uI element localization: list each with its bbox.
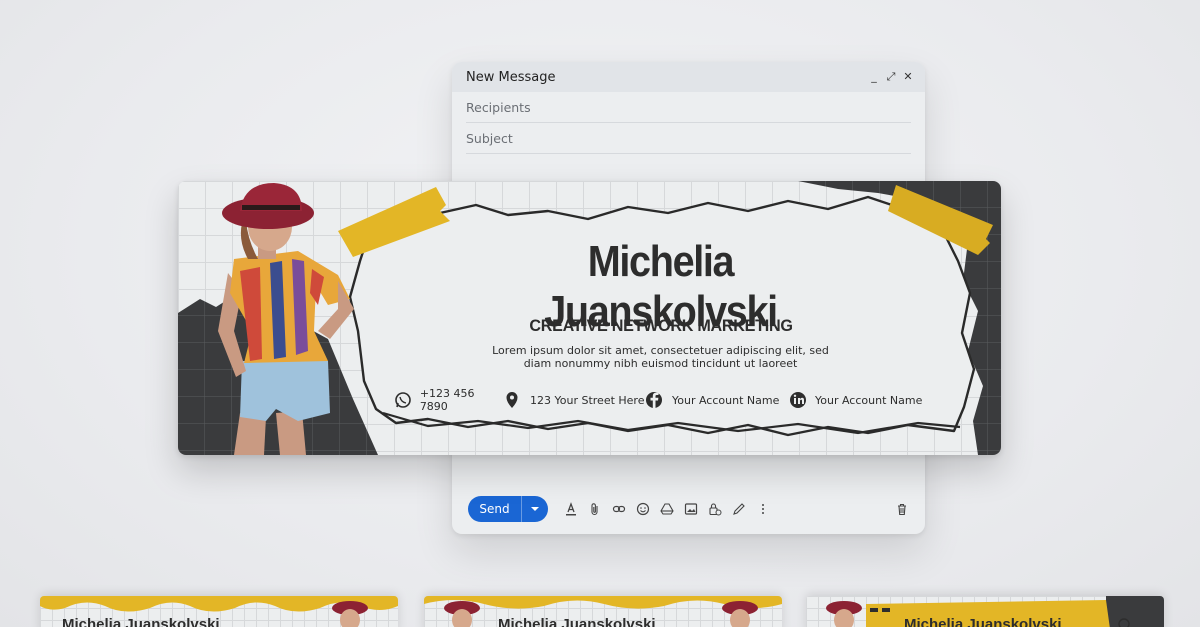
compose-header: New Message _ ⤢ ✕ [452, 62, 925, 92]
location-icon-slot [505, 392, 521, 408]
close-icon[interactable]: ✕ [903, 70, 913, 84]
image-icon[interactable] [684, 502, 698, 516]
format-text-icon[interactable] [564, 502, 578, 516]
contact-row: +123 456 7890 123 Your Street Here Your … [395, 387, 923, 413]
send-button[interactable]: Send [468, 496, 548, 522]
subject-field[interactable]: Subject [466, 123, 911, 154]
attach-icon[interactable] [588, 502, 602, 516]
facebook-text: Your Account Name [672, 393, 780, 407]
contact-linkedin: Your Account Name [790, 392, 922, 408]
window-controls: _ ⤢ ✕ [869, 70, 913, 84]
send-label: Send [479, 502, 510, 516]
phone-text: +123 456 7890 [419, 387, 475, 413]
template-preview-1[interactable]: Michelia Juanskolvski [40, 596, 398, 627]
toolbar-icons [564, 502, 770, 516]
description-line-1: Lorem ipsum dolor sit amet, consectetuer… [492, 344, 829, 357]
expand-icon[interactable]: ⤢ [886, 70, 896, 84]
contact-phone: +123 456 7890 [395, 387, 505, 413]
signature-description: Lorem ipsum dolor sit amet, consectetuer… [478, 344, 843, 370]
email-signature-banner: Michelia Juanskolvski CREATIVE NETWORK M… [178, 181, 1001, 455]
drive-icon[interactable] [660, 502, 674, 516]
whatsapp-icon-slot [395, 392, 411, 408]
description-line-2: diam nonummy nibh euismod tincidunt ut l… [523, 357, 798, 370]
trash-icon[interactable] [895, 502, 909, 516]
template-preview-3[interactable]: Michelia Juanskolvski [806, 596, 1164, 627]
link-icon[interactable] [612, 502, 626, 516]
preview-name: Michelia Juanskolvski [904, 616, 1062, 627]
send-options-button[interactable] [522, 506, 548, 512]
linkedin-text: Your Account Name [815, 393, 923, 407]
linkedin-icon-slot [790, 392, 806, 408]
minimize-icon[interactable]: _ [869, 70, 879, 84]
template-preview-2[interactable]: Michelia Juanskolvski [424, 596, 782, 627]
chevron-down-icon [531, 507, 539, 511]
contact-address: 123 Your Street Here [505, 392, 647, 408]
facebook-icon-slot [647, 392, 663, 408]
recipients-placeholder: Recipients [466, 99, 531, 115]
compose-title: New Message [466, 69, 556, 85]
emoji-icon[interactable] [636, 502, 650, 516]
preview-name: Michelia Juanskolvski [62, 616, 220, 627]
recipients-field[interactable]: Recipients [466, 92, 911, 123]
pen-icon[interactable] [732, 502, 746, 516]
contact-facebook: Your Account Name [647, 392, 790, 408]
preview-name: Michelia Juanskolvski [498, 616, 656, 627]
subject-placeholder: Subject [466, 130, 513, 146]
lock-clock-icon[interactable] [708, 502, 722, 516]
more-icon[interactable] [756, 502, 770, 516]
signature-role: CREATIVE NETWORK MARKETING [529, 316, 793, 335]
compose-toolbar: Send [468, 496, 909, 522]
address-text: 123 Your Street Here [530, 393, 645, 407]
